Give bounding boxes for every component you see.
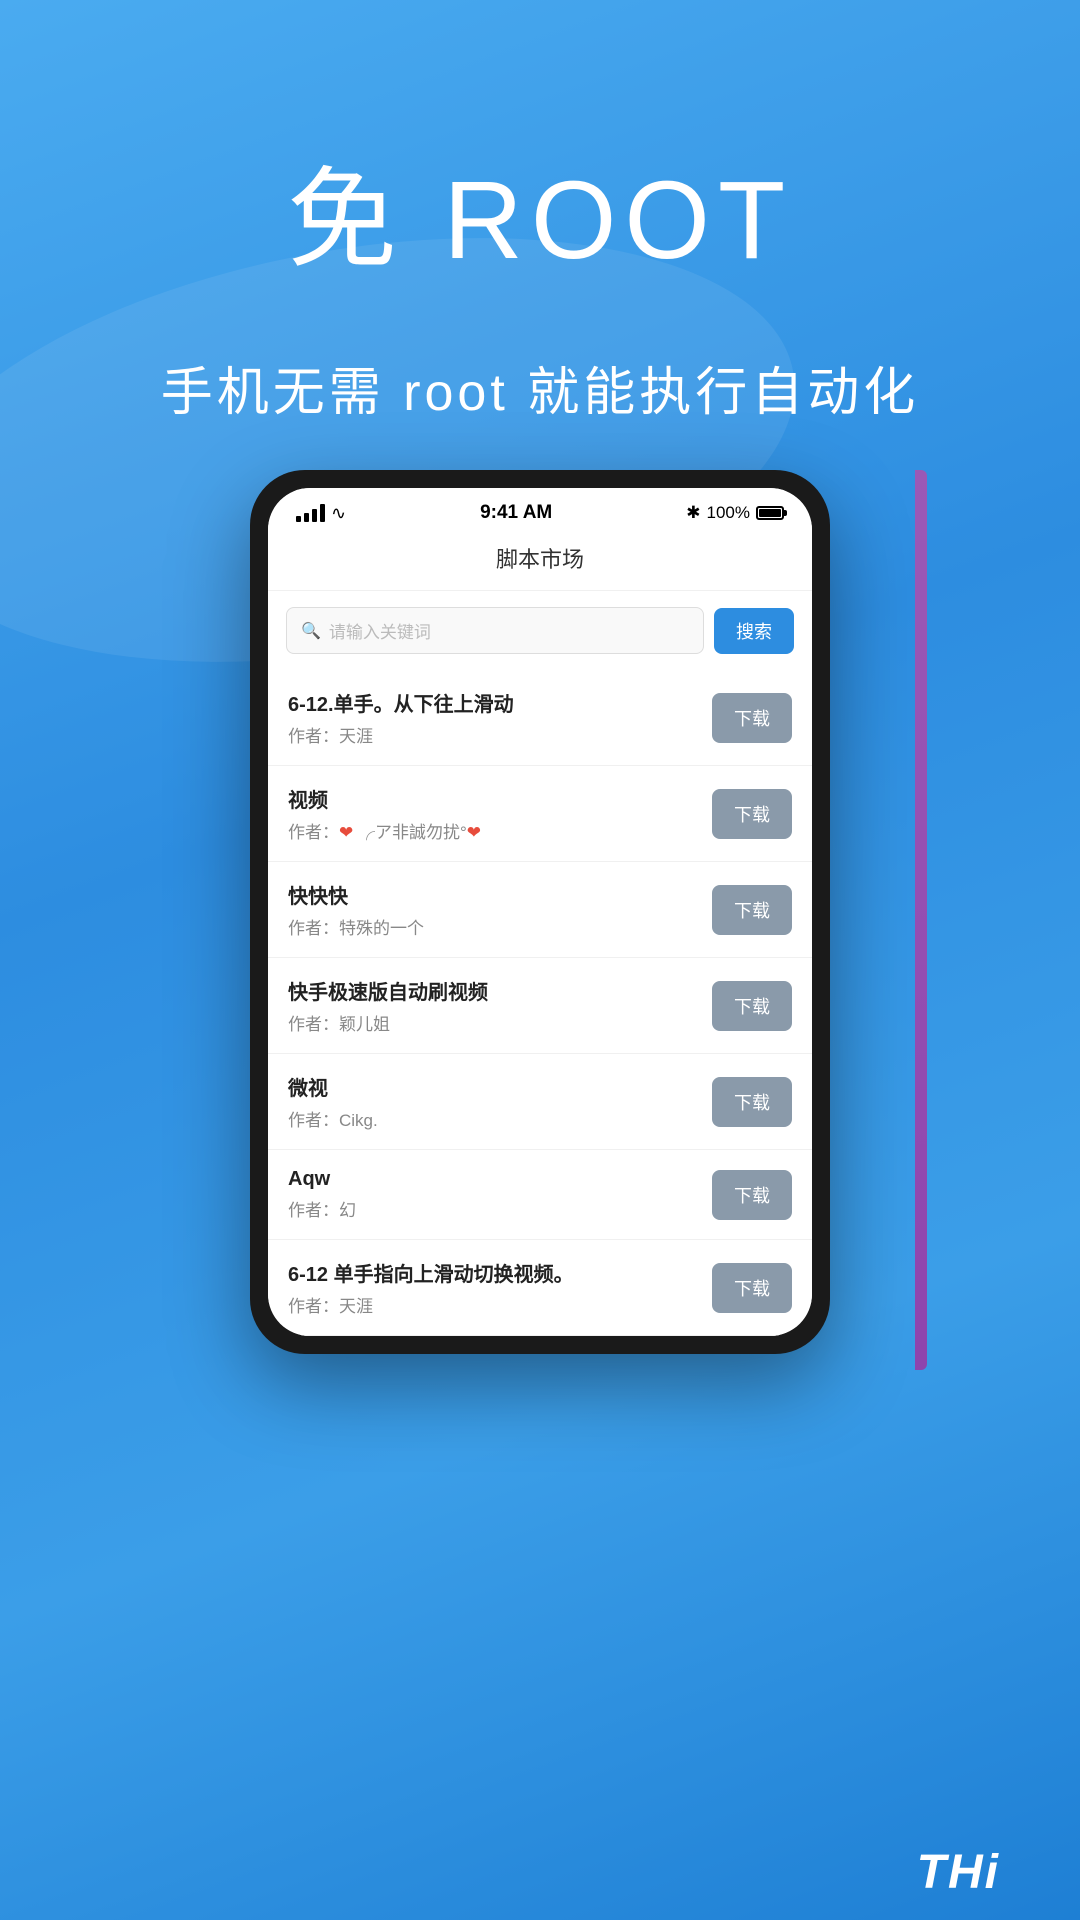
script-info: 6-12 单手指向上滑动切换视频。作者：天涯 bbox=[288, 1258, 712, 1317]
signal-icon bbox=[296, 504, 325, 522]
script-author: 作者：天涯 bbox=[288, 1292, 696, 1317]
download-button[interactable]: 下载 bbox=[712, 1263, 792, 1313]
list-item: 6-12 单手指向上滑动切换视频。作者：天涯下载 bbox=[268, 1240, 812, 1336]
status-bar: ∿ 9:41 AM ✱ 100% bbox=[268, 488, 812, 532]
script-name: 6-12 单手指向上滑动切换视频。 bbox=[288, 1258, 696, 1287]
script-author: 作者：Cikg. bbox=[288, 1106, 696, 1131]
search-icon: 🔍 bbox=[301, 621, 321, 641]
search-placeholder: 请输入关键词 bbox=[329, 618, 431, 643]
script-author: 作者：颖儿姐 bbox=[288, 1010, 696, 1035]
script-author: 作者：❤ ╭ア非誠勿扰°❤ bbox=[288, 818, 696, 843]
download-button[interactable]: 下载 bbox=[712, 693, 792, 743]
search-area: 🔍 请输入关键词 搜索 bbox=[268, 591, 812, 670]
right-accent bbox=[915, 470, 927, 1370]
download-button[interactable]: 下载 bbox=[712, 981, 792, 1031]
script-list: 6-12.单手。从下往上滑动作者：天涯下载视频作者：❤ ╭ア非誠勿扰°❤下载快快… bbox=[268, 670, 812, 1336]
wifi-icon: ∿ bbox=[331, 503, 346, 524]
battery-icon bbox=[756, 506, 784, 520]
status-right: ✱ 100% bbox=[686, 503, 784, 523]
script-info: Aqw 作者：幻 bbox=[288, 1168, 712, 1221]
script-info: 微视作者：Cikg. bbox=[288, 1072, 712, 1131]
download-button[interactable]: 下载 bbox=[712, 1077, 792, 1127]
script-author: 作者：特殊的一个 bbox=[288, 914, 696, 939]
script-author: 作者：幻 bbox=[288, 1196, 696, 1221]
script-info: 快快快作者：特殊的一个 bbox=[288, 880, 712, 939]
phone-screen: ∿ 9:41 AM ✱ 100% 脚本市场 bbox=[268, 488, 812, 1336]
download-button[interactable]: 下载 bbox=[712, 789, 792, 839]
script-name: 微视 bbox=[288, 1072, 696, 1101]
script-author: 作者：天涯 bbox=[288, 722, 696, 747]
list-item: 快快快作者：特殊的一个下载 bbox=[268, 862, 812, 958]
bluetooth-icon: ✱ bbox=[686, 503, 700, 523]
script-name: 6-12.单手。从下往上滑动 bbox=[288, 688, 696, 717]
list-item: 快手极速版自动刷视频作者：颖儿姐下载 bbox=[268, 958, 812, 1054]
script-info: 视频作者：❤ ╭ア非誠勿扰°❤ bbox=[288, 784, 712, 843]
phone-mockup: ∿ 9:41 AM ✱ 100% 脚本市场 bbox=[250, 470, 830, 1354]
bottom-label: THi bbox=[917, 1845, 1000, 1900]
script-info: 6-12.单手。从下往上滑动作者：天涯 bbox=[288, 688, 712, 747]
hero-title: 免 ROOT bbox=[0, 130, 1080, 290]
script-name: 快快快 bbox=[288, 880, 696, 909]
script-name: Aqw bbox=[288, 1168, 696, 1191]
download-button[interactable]: 下载 bbox=[712, 885, 792, 935]
status-time: 9:41 AM bbox=[480, 502, 552, 524]
script-name: 快手极速版自动刷视频 bbox=[288, 976, 696, 1005]
hero-subtitle: 手机无需 root 就能执行自动化 bbox=[0, 350, 1080, 425]
script-info: 快手极速版自动刷视频作者：颖儿姐 bbox=[288, 976, 712, 1035]
list-item: 微视作者：Cikg.下载 bbox=[268, 1054, 812, 1150]
status-left: ∿ bbox=[296, 503, 346, 524]
list-item: 视频作者：❤ ╭ア非誠勿扰°❤下载 bbox=[268, 766, 812, 862]
app-header: 脚本市场 bbox=[268, 532, 812, 591]
phone-frame: ∿ 9:41 AM ✱ 100% 脚本市场 bbox=[250, 470, 830, 1354]
download-button[interactable]: 下载 bbox=[712, 1170, 792, 1220]
list-item: Aqw 作者：幻下载 bbox=[268, 1150, 812, 1240]
list-item: 6-12.单手。从下往上滑动作者：天涯下载 bbox=[268, 670, 812, 766]
search-input-wrapper[interactable]: 🔍 请输入关键词 bbox=[286, 607, 704, 654]
app-title: 脚本市场 bbox=[496, 547, 584, 572]
battery-percent: 100% bbox=[707, 503, 750, 523]
hero-section: 免 ROOT 手机无需 root 就能执行自动化 bbox=[0, 0, 1080, 425]
search-button[interactable]: 搜索 bbox=[714, 608, 794, 654]
script-name: 视频 bbox=[288, 784, 696, 813]
